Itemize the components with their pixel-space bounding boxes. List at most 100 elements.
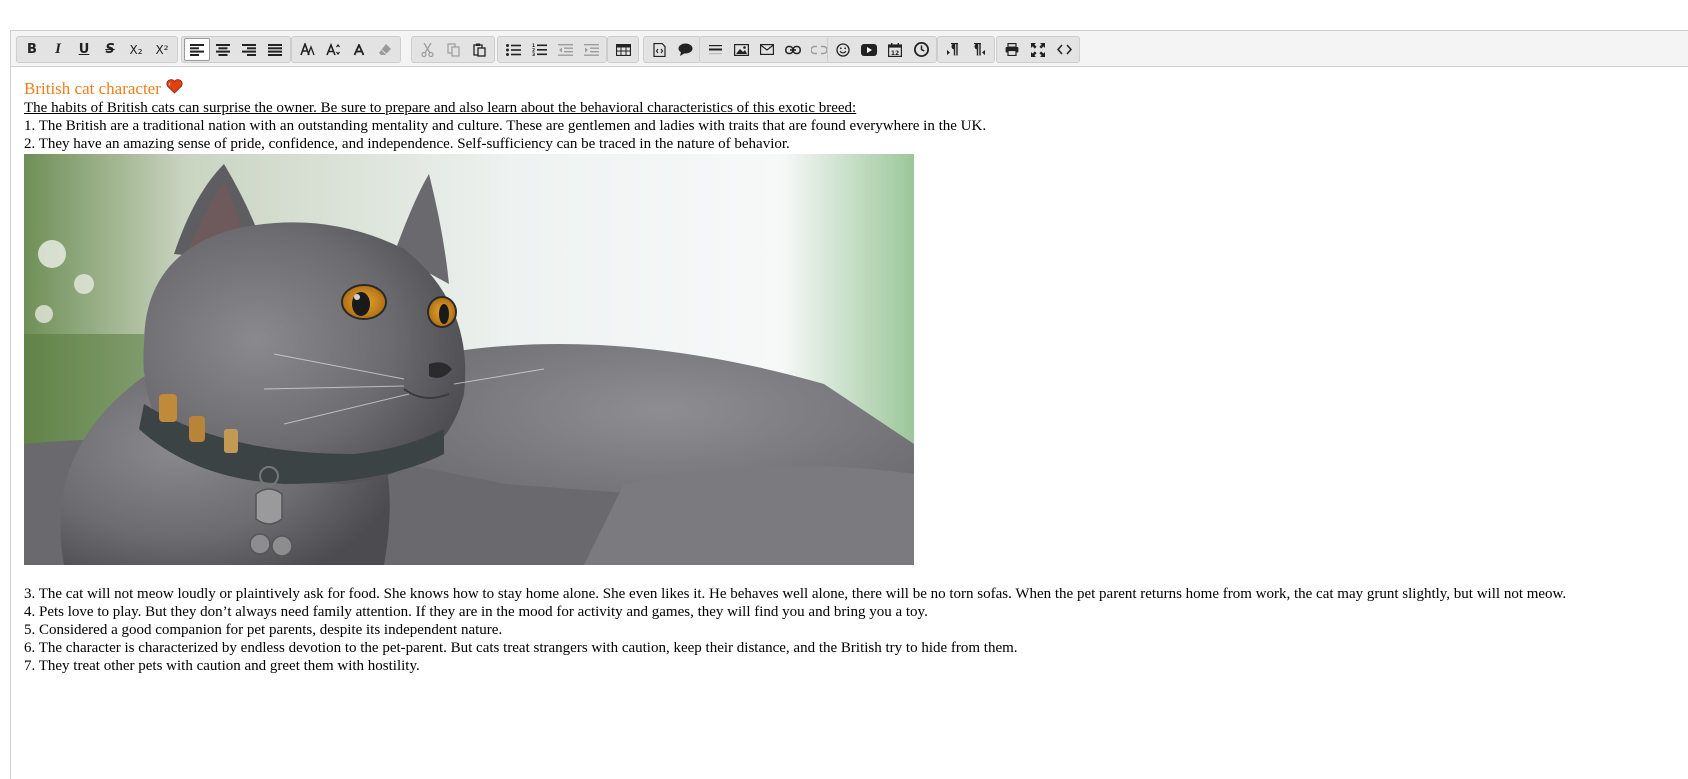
list-item: 2. They have an amazing sense of pride, … [24, 136, 790, 152]
align-left-button[interactable] [184, 38, 210, 61]
toolbar-group-text-format: B I U S X₂ X² [16, 36, 178, 63]
toolbar-group-table [607, 36, 639, 63]
outdent-icon [557, 43, 573, 56]
toolbar-group-view [996, 36, 1080, 63]
italic-button[interactable]: I [45, 38, 71, 61]
numbered-list-icon: 123 [532, 43, 547, 56]
print-button[interactable] [999, 38, 1025, 61]
font-color-icon [353, 43, 365, 55]
strikethrough-icon: S [105, 42, 115, 57]
british-shorthair-cat-photo[interactable] [24, 154, 914, 565]
copy-button[interactable] [440, 38, 466, 61]
list-item: 6. The character is characterized by end… [24, 640, 1018, 656]
list-item: 1. The British are a traditional nation … [24, 118, 987, 134]
bold-icon: B [27, 42, 37, 57]
rtl-icon [974, 43, 985, 56]
horizontal-rule-icon [708, 44, 722, 54]
subscript-button[interactable]: X₂ [123, 38, 149, 61]
align-right-icon [242, 43, 256, 56]
speech-bubble-icon [678, 43, 692, 56]
toolbar-group-blocks [643, 36, 701, 63]
code-block-icon [652, 42, 666, 57]
underline-icon: U [78, 42, 90, 57]
italic-icon: I [55, 41, 61, 57]
editor-toolbar: B I U S X₂ X² 1 2 3 12 [11, 31, 1688, 67]
superscript-icon: X² [155, 42, 169, 57]
ltr-button[interactable] [940, 38, 966, 61]
horizontal-rule-button[interactable] [702, 38, 728, 61]
insert-video-button[interactable] [856, 38, 882, 61]
align-justify-button[interactable] [262, 38, 288, 61]
clock-icon [913, 42, 929, 57]
align-center-icon [216, 43, 230, 56]
insert-table-button[interactable] [610, 38, 636, 61]
numbered-list-button[interactable]: 123 [526, 38, 552, 61]
rich-text-editor: B I U S X₂ X² 1 2 3 12 British cat chara… [10, 30, 1688, 779]
youtube-icon [861, 43, 877, 56]
indent-icon [583, 43, 599, 56]
heart-icon [166, 79, 183, 99]
toolbar-group-alignment [181, 36, 291, 63]
align-left-icon [190, 43, 204, 56]
maximize-button[interactable] [1025, 38, 1051, 61]
link-icon [785, 45, 801, 54]
font-size-button[interactable] [320, 38, 346, 61]
bullet-list-button[interactable] [500, 38, 526, 61]
smiley-icon [836, 42, 850, 57]
table-icon [615, 43, 631, 56]
scissors-icon [420, 42, 434, 57]
insert-date-button[interactable]: 12 [882, 38, 908, 61]
insert-email-button[interactable] [754, 38, 780, 61]
strikethrough-button[interactable]: S [97, 38, 123, 61]
font-color-button[interactable] [346, 38, 372, 61]
insert-image-button[interactable] [728, 38, 754, 61]
insert-link-button[interactable] [780, 38, 806, 61]
bullet-list-icon [505, 43, 521, 56]
source-button[interactable] [1051, 38, 1077, 61]
calendar-icon: 12 [888, 42, 902, 57]
printer-icon [1005, 43, 1019, 56]
code-block-button[interactable] [646, 38, 672, 61]
bold-button[interactable]: B [19, 38, 45, 61]
calendar-day-label: 12 [891, 50, 899, 57]
paste-button[interactable] [466, 38, 492, 61]
font-family-button[interactable] [294, 38, 320, 61]
clear-format-button[interactable] [372, 38, 398, 61]
paste-icon [472, 43, 486, 57]
unlink-icon [811, 45, 827, 54]
cut-button[interactable] [414, 38, 440, 61]
outdent-button[interactable] [552, 38, 578, 61]
envelope-icon [760, 44, 774, 55]
emoji-button[interactable] [830, 38, 856, 61]
eraser-icon [379, 44, 391, 55]
list-item: 7. They treat other pets with caution an… [24, 658, 420, 674]
quote-button[interactable] [672, 38, 698, 61]
copy-icon [446, 42, 460, 57]
underline-button[interactable]: U [71, 38, 97, 61]
svg-text:3: 3 [532, 52, 535, 56]
font-size-icon [325, 43, 340, 56]
indent-button[interactable] [578, 38, 604, 61]
maximize-icon [1031, 42, 1045, 57]
toolbar-group-insert [699, 36, 835, 63]
editor-content[interactable]: British cat character The habits of Brit… [24, 79, 1684, 675]
toolbar-group-clipboard [411, 36, 495, 63]
toolbar-group-lists: 123 [497, 36, 607, 63]
align-center-button[interactable] [210, 38, 236, 61]
insert-time-button[interactable] [908, 38, 934, 61]
align-right-button[interactable] [236, 38, 262, 61]
rtl-button[interactable] [966, 38, 992, 61]
intro-text: The habits of British cats can surprise … [24, 100, 857, 116]
align-justify-icon [268, 43, 282, 56]
content-heading: British cat character [24, 79, 1684, 99]
superscript-button[interactable]: X² [149, 38, 175, 61]
list-item: 3. The cat will not meow loudly or plain… [24, 586, 1567, 602]
ltr-icon [947, 43, 958, 56]
list-item: 4. Pets love to play. But they don’t alw… [24, 604, 928, 620]
toolbar-group-media: 12 [827, 36, 937, 63]
toolbar-group-direction [937, 36, 995, 63]
image-icon [733, 43, 749, 56]
subscript-icon: X₂ [129, 42, 143, 57]
font-family-icon [299, 43, 315, 56]
